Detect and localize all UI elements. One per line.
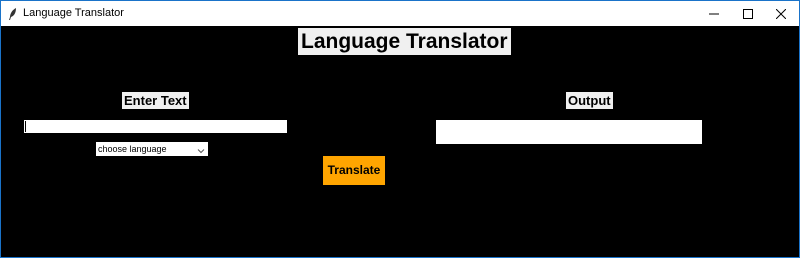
chevron-down-icon[interactable]	[197, 145, 205, 154]
app-window: Language Translator Language Translator …	[0, 0, 800, 258]
window-title: Language Translator	[23, 7, 124, 19]
minimize-button[interactable]	[697, 1, 731, 26]
output-label: Output	[566, 92, 613, 109]
close-button[interactable]	[764, 1, 798, 26]
feather-icon	[8, 7, 18, 20]
language-select-value: choose language	[98, 144, 167, 154]
title-bar[interactable]: Language Translator	[1, 1, 799, 26]
app-content: Language Translator Enter Text Output ch…	[1, 26, 799, 257]
maximize-button[interactable]	[731, 1, 765, 26]
app-title: Language Translator	[298, 28, 511, 55]
input-text-field[interactable]	[24, 120, 287, 133]
language-select[interactable]: choose language	[96, 142, 208, 156]
maximize-icon	[743, 8, 753, 19]
translate-button[interactable]: Translate	[323, 156, 385, 185]
minimize-icon	[709, 13, 719, 14]
close-icon	[776, 8, 786, 19]
text-caret	[25, 121, 26, 132]
enter-text-label: Enter Text	[122, 92, 189, 109]
output-text-field[interactable]	[436, 120, 702, 144]
